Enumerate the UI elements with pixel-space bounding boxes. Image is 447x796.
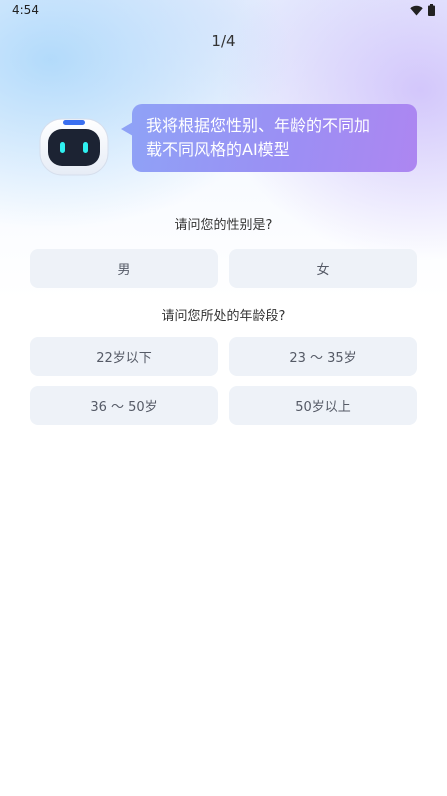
status-icons: [410, 4, 435, 16]
robot-icon: [39, 118, 109, 176]
wifi-icon: [410, 5, 423, 15]
status-bar: 4:54: [0, 0, 447, 24]
gender-option-male[interactable]: 男: [30, 249, 218, 288]
battery-icon: [428, 4, 435, 16]
assistant-speech-bubble: 我将根据您性别、年龄的不同加 载不同风格的AI模型: [132, 104, 417, 172]
step-indicator: 1/4: [211, 32, 236, 50]
age-option-23-35[interactable]: 23 ～ 35岁: [229, 337, 417, 376]
gender-question: 请问您的性别是?: [174, 218, 273, 233]
gender-option-female[interactable]: 女: [229, 249, 417, 288]
status-time: 4:54: [12, 3, 39, 17]
age-question: 请问您所处的年龄段?: [161, 309, 286, 324]
assistant-message-line-2: 载不同风格的AI模型: [146, 140, 290, 159]
age-option-36-50[interactable]: 36 ～ 50岁: [30, 386, 218, 425]
age-option-over-50[interactable]: 50岁以上: [229, 386, 417, 425]
assistant-message-line-1: 我将根据您性别、年龄的不同加: [146, 116, 371, 135]
age-option-under-22[interactable]: 22岁以下: [30, 337, 218, 376]
